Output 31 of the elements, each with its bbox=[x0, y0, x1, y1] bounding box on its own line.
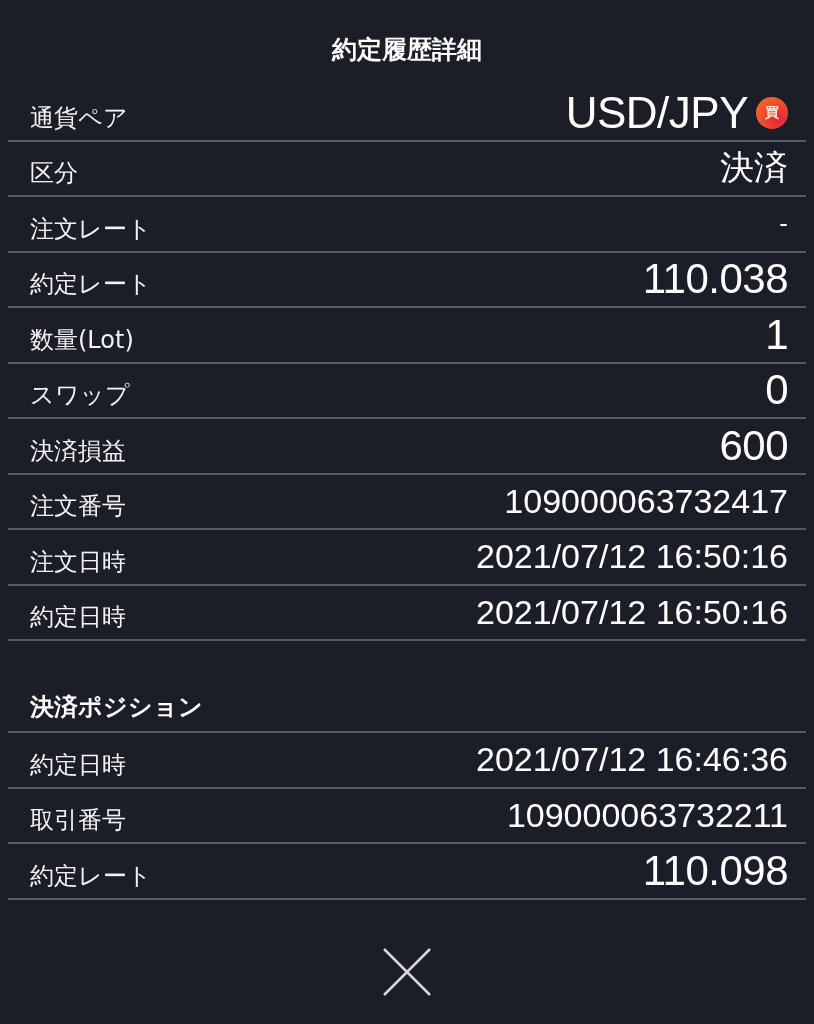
row-value: 2021/07/12 16:50:16 bbox=[476, 537, 788, 577]
row-value: 2021/07/12 16:46:36 bbox=[476, 740, 788, 780]
row-value: 110.098 bbox=[642, 846, 788, 895]
row-label: 注文番号 bbox=[30, 491, 126, 523]
row-label: 注文レート bbox=[30, 213, 152, 245]
row-value: 600 bbox=[719, 421, 788, 470]
row-value: 決済 bbox=[720, 146, 788, 190]
close-button[interactable] bbox=[381, 945, 433, 998]
row-label: 約定レート bbox=[30, 860, 152, 892]
row-value: 109000063732211 bbox=[506, 795, 788, 835]
row-label: 決済損益 bbox=[30, 435, 126, 467]
buy-badge: 買 bbox=[756, 96, 788, 129]
row-value: 0 bbox=[765, 366, 788, 415]
row-value: - bbox=[779, 208, 788, 240]
row-value: 109000063732417 bbox=[504, 481, 788, 521]
row-label: 数量(Lot) bbox=[30, 324, 134, 356]
currency-pair: USD/JPY bbox=[565, 87, 748, 138]
row-label: 約定日時 bbox=[30, 602, 126, 634]
row-label: 区分 bbox=[30, 158, 78, 190]
row-value: 1 bbox=[765, 310, 788, 359]
row-label: 約定日時 bbox=[30, 749, 126, 781]
row-value: 2021/07/12 16:50:16 bbox=[476, 592, 788, 632]
row-label: 通貨ペア bbox=[30, 102, 128, 134]
row-label: 注文日時 bbox=[30, 546, 126, 578]
row-label: 約定レート bbox=[30, 269, 152, 301]
dialog-title: 約定履歴詳細 bbox=[332, 34, 482, 66]
section-title: 決済ポジション bbox=[30, 692, 203, 723]
row-value: 110.038 bbox=[642, 255, 788, 304]
row-label: 取引番号 bbox=[30, 805, 126, 837]
row-label: スワップ bbox=[30, 380, 130, 412]
close-icon bbox=[381, 945, 433, 998]
